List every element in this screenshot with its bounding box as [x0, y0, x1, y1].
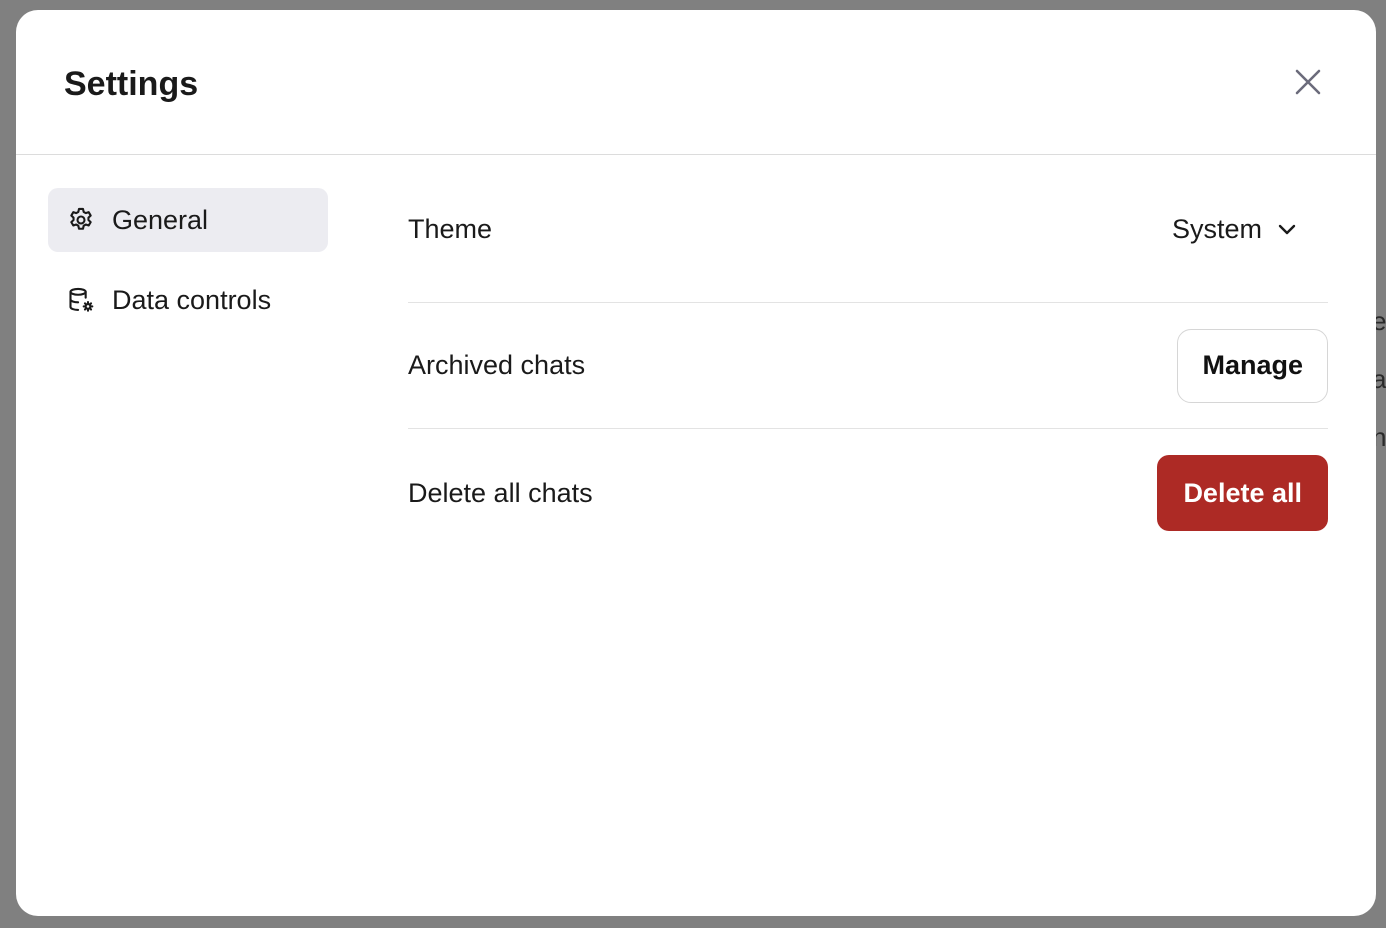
theme-value: System [1171, 213, 1262, 244]
setting-row-archived-chats: Archived chats Manage [408, 303, 1328, 429]
setting-row-theme: Theme System [408, 156, 1328, 303]
settings-content: Theme System Archived chats Manage Delet… [408, 156, 1328, 557]
modal-title: Settings [64, 65, 199, 103]
database-settings-icon [66, 285, 96, 315]
close-button[interactable] [1288, 62, 1328, 102]
sidebar-item-general[interactable]: General [48, 188, 328, 252]
theme-label: Theme [408, 213, 493, 244]
close-icon [1295, 69, 1321, 95]
delete-chats-label: Delete all chats [408, 477, 593, 508]
theme-select[interactable]: System [1172, 214, 1328, 245]
sidebar-item-data-controls[interactable]: Data controls [48, 268, 328, 332]
sidebar-item-label: General [112, 204, 209, 235]
modal-header: Settings [16, 10, 1376, 155]
manage-button[interactable]: Manage [1177, 328, 1328, 403]
setting-row-delete-chats: Delete all chats Delete all [408, 429, 1328, 557]
chevron-down-icon [1276, 218, 1298, 240]
settings-sidebar: General Data controls [48, 188, 328, 348]
delete-all-button[interactable]: Delete all [1157, 455, 1328, 531]
gear-icon [66, 205, 96, 235]
sidebar-item-label: Data controls [112, 284, 272, 315]
settings-modal: Settings General Data controls Theme Sys… [16, 10, 1376, 916]
archived-chats-label: Archived chats [408, 350, 586, 380]
